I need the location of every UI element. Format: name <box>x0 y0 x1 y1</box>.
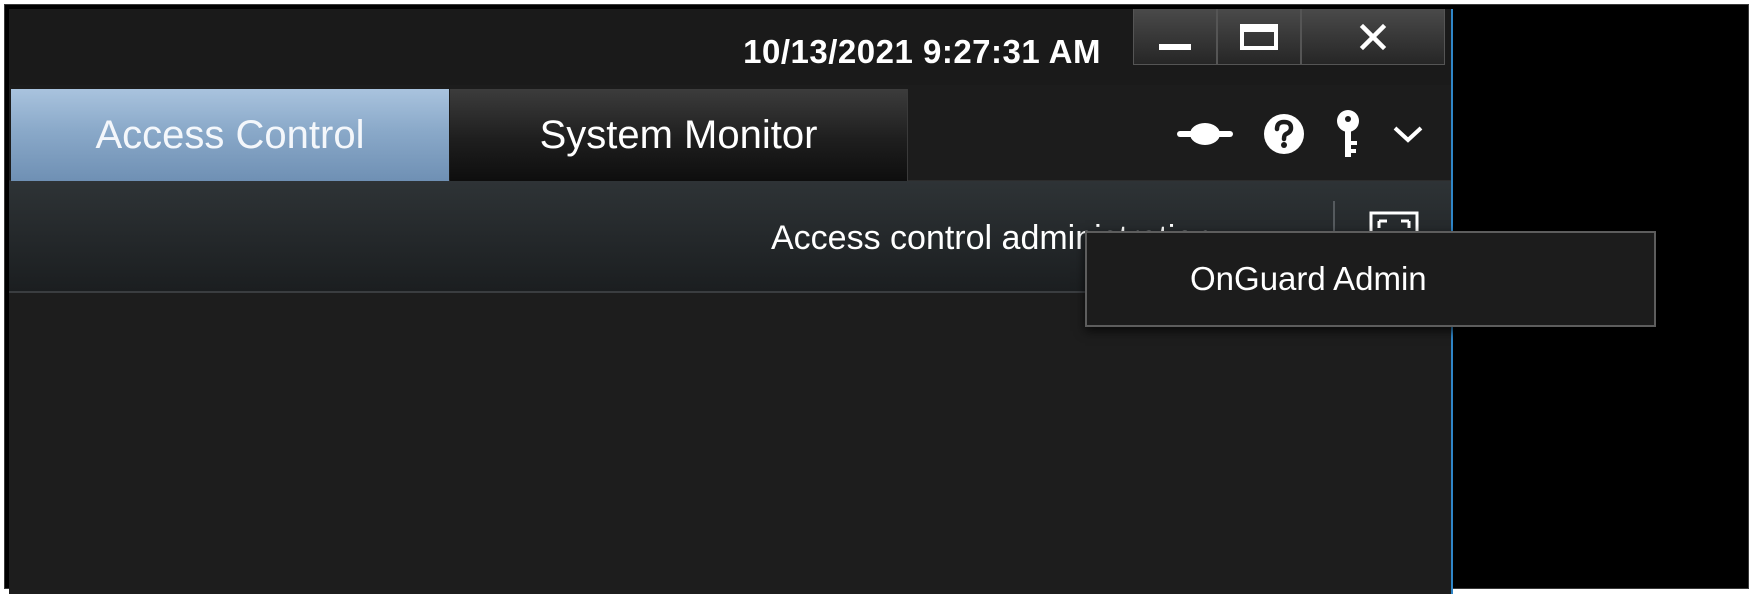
chevron-down-icon[interactable] <box>1391 122 1425 146</box>
menu-item-onguard-admin[interactable]: OnGuard Admin <box>1087 233 1654 325</box>
connection-icon[interactable] <box>1177 119 1233 149</box>
tab-access-control[interactable]: Access Control <box>11 89 449 181</box>
title-bar: 10/13/2021 9:27:31 AM <box>9 9 1451 85</box>
close-icon <box>1359 23 1387 50</box>
screen-frame: 10/13/2021 9:27:31 AM Access Control Sys… <box>4 4 1749 594</box>
window-controls <box>1133 9 1445 65</box>
minimize-icon <box>1159 43 1191 50</box>
datetime-display: 10/13/2021 9:27:31 AM <box>743 33 1101 70</box>
tab-bar: Access Control System Monitor <box>9 85 1451 181</box>
maximize-icon <box>1240 23 1278 50</box>
tab-label: Access Control <box>95 112 365 157</box>
tab-system-monitor[interactable]: System Monitor <box>450 89 908 181</box>
close-button[interactable] <box>1301 9 1445 65</box>
maximize-button[interactable] <box>1217 9 1301 65</box>
key-icon[interactable] <box>1335 109 1361 159</box>
help-icon[interactable] <box>1263 113 1305 155</box>
tab-bar-icons <box>1177 109 1425 159</box>
tab-label: System Monitor <box>539 112 818 157</box>
minimize-button[interactable] <box>1133 9 1217 65</box>
dropdown-menu: OnGuard Admin <box>1085 231 1656 327</box>
